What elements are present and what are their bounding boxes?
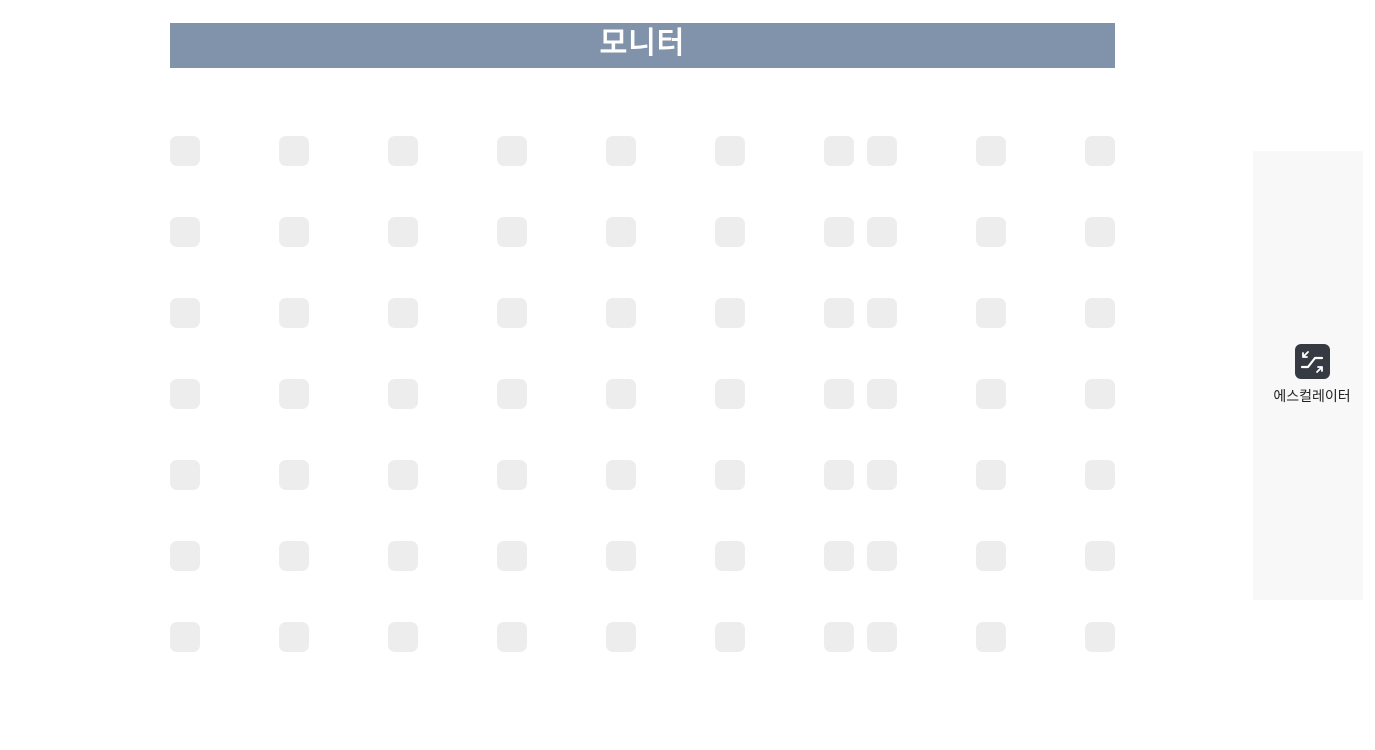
seat-button[interactable]	[606, 460, 636, 490]
escalator-label: 에스컬레이터	[1273, 389, 1351, 405]
seat-button[interactable]	[279, 460, 309, 490]
seat-button[interactable]	[824, 217, 854, 247]
seat-button[interactable]	[606, 541, 636, 571]
seat-button[interactable]	[824, 460, 854, 490]
seat-button[interactable]	[715, 379, 745, 409]
seat-button[interactable]	[170, 379, 200, 409]
seat-button[interactable]	[170, 136, 200, 166]
seat-button[interactable]	[976, 217, 1006, 247]
seat-button[interactable]	[824, 379, 854, 409]
seat-button[interactable]	[824, 298, 854, 328]
seat-button[interactable]	[1085, 217, 1115, 247]
seat-button[interactable]	[1085, 298, 1115, 328]
seat-button[interactable]	[170, 541, 200, 571]
seat-button[interactable]	[388, 298, 418, 328]
seat-button[interactable]	[976, 298, 1006, 328]
seat-button[interactable]	[170, 460, 200, 490]
seat-button[interactable]	[1085, 460, 1115, 490]
seat-button[interactable]	[606, 379, 636, 409]
seat-button[interactable]	[976, 136, 1006, 166]
seat-button[interactable]	[867, 622, 897, 652]
seat-button[interactable]	[715, 460, 745, 490]
seat-button[interactable]	[606, 298, 636, 328]
seat-button[interactable]	[497, 298, 527, 328]
seat-button[interactable]	[824, 541, 854, 571]
seat-button[interactable]	[715, 136, 745, 166]
seat-button[interactable]	[497, 460, 527, 490]
seat-button[interactable]	[976, 541, 1006, 571]
escalator: 에스컬레이터	[1253, 344, 1371, 406]
seat-button[interactable]	[1085, 622, 1115, 652]
seat-button[interactable]	[715, 622, 745, 652]
seat-button[interactable]	[606, 136, 636, 166]
seat-button[interactable]	[497, 217, 527, 247]
seat-button[interactable]	[279, 622, 309, 652]
seat-button[interactable]	[279, 136, 309, 166]
seat-button[interactable]	[497, 622, 527, 652]
seat-button[interactable]	[867, 298, 897, 328]
seat-button[interactable]	[867, 217, 897, 247]
seat-button[interactable]	[388, 136, 418, 166]
seat-button[interactable]	[279, 217, 309, 247]
seat-button[interactable]	[388, 541, 418, 571]
seat-button[interactable]	[715, 541, 745, 571]
seat-button[interactable]	[497, 136, 527, 166]
seat-button[interactable]	[867, 460, 897, 490]
seat-button[interactable]	[497, 379, 527, 409]
seat-button[interactable]	[388, 622, 418, 652]
seat-button[interactable]	[279, 379, 309, 409]
seat-button[interactable]	[279, 541, 309, 571]
seat-button[interactable]	[867, 541, 897, 571]
seat-button[interactable]	[976, 622, 1006, 652]
seat-button[interactable]	[1085, 136, 1115, 166]
seat-button[interactable]	[715, 298, 745, 328]
seat-button[interactable]	[388, 379, 418, 409]
seat-button[interactable]	[170, 298, 200, 328]
seat-button[interactable]	[976, 460, 1006, 490]
seat-button[interactable]	[1085, 541, 1115, 571]
seat-button[interactable]	[497, 541, 527, 571]
seat-button[interactable]	[170, 622, 200, 652]
seat-button[interactable]	[388, 217, 418, 247]
seat-button[interactable]	[824, 136, 854, 166]
seat-button[interactable]	[279, 298, 309, 328]
seat-button[interactable]	[867, 136, 897, 166]
seat-button[interactable]	[606, 217, 636, 247]
seat-button[interactable]	[715, 217, 745, 247]
side-panel: 에스컬레이터	[1253, 151, 1363, 600]
seat-button[interactable]	[867, 379, 897, 409]
seat-button[interactable]	[388, 460, 418, 490]
escalator-icon	[1294, 344, 1330, 379]
seat-button[interactable]	[824, 622, 854, 652]
seat-button[interactable]	[170, 217, 200, 247]
seat-grid	[0, 0, 1200, 700]
seat-button[interactable]	[1085, 379, 1115, 409]
seat-button[interactable]	[606, 622, 636, 652]
seat-button[interactable]	[976, 379, 1006, 409]
